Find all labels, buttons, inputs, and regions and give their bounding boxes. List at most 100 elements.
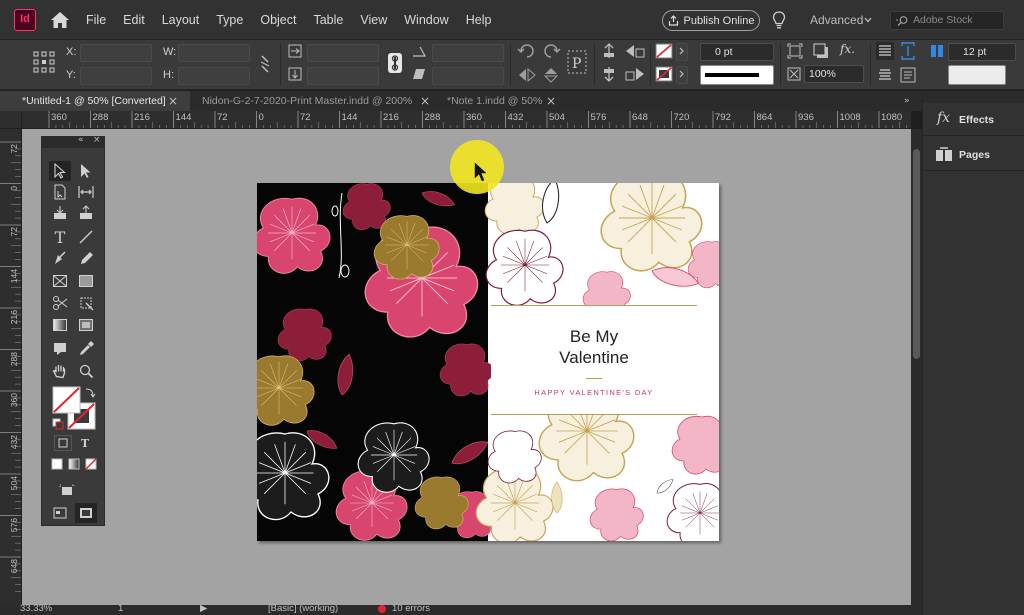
card-title[interactable]: Be My Valentine xyxy=(491,326,697,368)
document-spread[interactable]: Be My Valentine HAPPY VALENTINE'S DAY xyxy=(257,183,719,541)
fill-none-swatch[interactable] xyxy=(655,43,673,59)
column-rule-swatch[interactable] xyxy=(948,65,1006,85)
formatting-affects-text[interactable]: T xyxy=(76,435,94,451)
screen-mode-button[interactable] xyxy=(56,481,78,501)
auto-fit-icon[interactable] xyxy=(900,42,916,60)
menu-layout[interactable]: Layout xyxy=(162,13,200,27)
formatting-affects-container[interactable] xyxy=(54,435,72,451)
pages-panel-button[interactable]: Pages xyxy=(923,139,1024,171)
zoom-tool[interactable] xyxy=(75,361,97,381)
selection-tool[interactable] xyxy=(49,161,71,181)
type-tool[interactable]: T xyxy=(49,227,71,247)
align-center-text-icon[interactable] xyxy=(876,66,894,84)
scale-x-icon[interactable] xyxy=(288,44,302,58)
close-icon[interactable]: × xyxy=(168,91,178,111)
gutter-field[interactable]: 12 pt xyxy=(948,43,1016,61)
select-previous-object-icon[interactable] xyxy=(624,43,646,59)
vertical-scrollbar[interactable] xyxy=(911,129,922,605)
chevron-down-icon[interactable] xyxy=(864,16,872,24)
shear-field[interactable] xyxy=(432,67,504,85)
close-icon[interactable]: × xyxy=(420,91,430,111)
home-icon[interactable] xyxy=(50,11,70,29)
fill-stroke-widget[interactable] xyxy=(51,385,97,433)
stroke-type-select[interactable] xyxy=(700,65,774,85)
preflight-errors[interactable]: 10 errors xyxy=(392,603,430,614)
effects-fx-icon[interactable]: fx. xyxy=(840,42,855,56)
tab-print-master[interactable]: Nidon-G-2-7-2020-Print Master.indd @ 200… xyxy=(182,91,417,111)
menu-object[interactable]: Object xyxy=(260,13,296,27)
rectangle-tool[interactable] xyxy=(75,271,97,291)
flip-horizontal-icon[interactable] xyxy=(517,66,537,84)
page-number[interactable]: 1 xyxy=(118,603,123,614)
free-transform-tool[interactable] xyxy=(75,293,97,313)
flip-vertical-icon[interactable] xyxy=(541,66,561,84)
panel-dock-header[interactable] xyxy=(923,91,1024,103)
menu-view[interactable]: View xyxy=(360,13,387,27)
collapse-icon[interactable]: « xyxy=(78,135,84,145)
gap-tool[interactable] xyxy=(75,182,97,202)
select-container-icon[interactable] xyxy=(600,43,618,59)
select-content-icon[interactable] xyxy=(600,66,618,82)
menu-edit[interactable]: Edit xyxy=(123,13,145,27)
select-next-object-icon[interactable] xyxy=(624,66,646,82)
preview-view-button[interactable] xyxy=(75,503,97,523)
menu-file[interactable]: File xyxy=(86,13,106,27)
tools-panel-header[interactable]: « × xyxy=(42,135,104,148)
horizontal-ruler[interactable]: 360 288 216 144 72 0 72 144 216 288 360 432 504 576 64… xyxy=(22,111,911,129)
publish-online-button[interactable]: Publish Online xyxy=(662,10,760,31)
vertical-ruler[interactable]: 72 0 72 144 216 288 360 432 504 576 648 xyxy=(0,129,22,615)
ruler-origin[interactable] xyxy=(0,111,22,129)
pen-tool[interactable] xyxy=(49,249,71,269)
content-collector-tool[interactable] xyxy=(49,203,71,223)
scale-y-field[interactable] xyxy=(307,67,379,85)
rotate-angle-icon[interactable] xyxy=(412,45,426,57)
pencil-tool[interactable] xyxy=(75,249,97,269)
close-icon[interactable]: × xyxy=(93,135,101,145)
close-icon[interactable]: × xyxy=(546,91,556,111)
gradient-swatch-tool[interactable] xyxy=(49,315,71,335)
fill-swatch-menu[interactable] xyxy=(676,43,688,61)
lightbulb-icon[interactable] xyxy=(772,11,786,30)
rotate-counterclockwise-icon[interactable] xyxy=(541,42,561,60)
text-frame-options-icon[interactable] xyxy=(900,66,916,84)
gradient-feather-tool[interactable] xyxy=(75,315,97,335)
shear-angle-icon[interactable] xyxy=(412,68,426,80)
link-icon[interactable] xyxy=(387,52,403,74)
content-placer-tool[interactable] xyxy=(75,203,97,223)
page-tool[interactable] xyxy=(49,182,71,202)
hand-tool[interactable] xyxy=(49,361,71,381)
menu-type[interactable]: Type xyxy=(216,13,243,27)
line-tool[interactable] xyxy=(75,227,97,247)
apply-none-button[interactable] xyxy=(83,457,99,471)
path-reference-icon[interactable]: P xyxy=(566,49,588,75)
menu-window[interactable]: Window xyxy=(404,13,448,27)
opacity-field[interactable]: 100% xyxy=(804,65,864,83)
tab-untitled-1[interactable]: *Untitled-1 @ 50% [Converted] xyxy=(0,91,190,111)
constrain-proportions-icon[interactable] xyxy=(258,54,272,74)
stroke-swatch-menu[interactable] xyxy=(676,66,688,84)
reference-point-icon[interactable] xyxy=(32,50,56,74)
zoom-level[interactable]: 33.33% xyxy=(20,603,52,614)
collapse-panels-icon[interactable]: » xyxy=(904,91,910,111)
note-tool[interactable] xyxy=(49,339,71,359)
height-field[interactable] xyxy=(178,67,250,85)
x-field[interactable] xyxy=(80,44,152,62)
effects-panel-button[interactable]: fx Effects xyxy=(923,104,1024,136)
apply-color-button[interactable] xyxy=(49,457,65,471)
gutter-icon[interactable] xyxy=(930,44,944,58)
workspace-switcher[interactable]: Advanced xyxy=(810,13,863,27)
rotation-field[interactable] xyxy=(432,44,504,62)
card-text-panel[interactable]: Be My Valentine HAPPY VALENTINE'S DAY xyxy=(491,305,697,415)
stroke-weight-field[interactable]: 0 pt xyxy=(700,43,774,61)
scrollbar-thumb[interactable] xyxy=(913,149,920,359)
normal-view-button[interactable] xyxy=(49,503,71,523)
apply-gradient-button[interactable] xyxy=(66,457,82,471)
opacity-icon[interactable] xyxy=(787,67,801,81)
width-field[interactable] xyxy=(178,44,250,62)
rotate-clockwise-icon[interactable] xyxy=(517,42,537,60)
stroke-none-swatch[interactable] xyxy=(655,66,673,82)
adobe-stock-search[interactable]: Adobe Stock xyxy=(890,11,1004,30)
scale-y-icon[interactable] xyxy=(288,67,302,81)
y-field[interactable] xyxy=(80,67,152,85)
fit-frame-icon[interactable] xyxy=(787,43,803,59)
